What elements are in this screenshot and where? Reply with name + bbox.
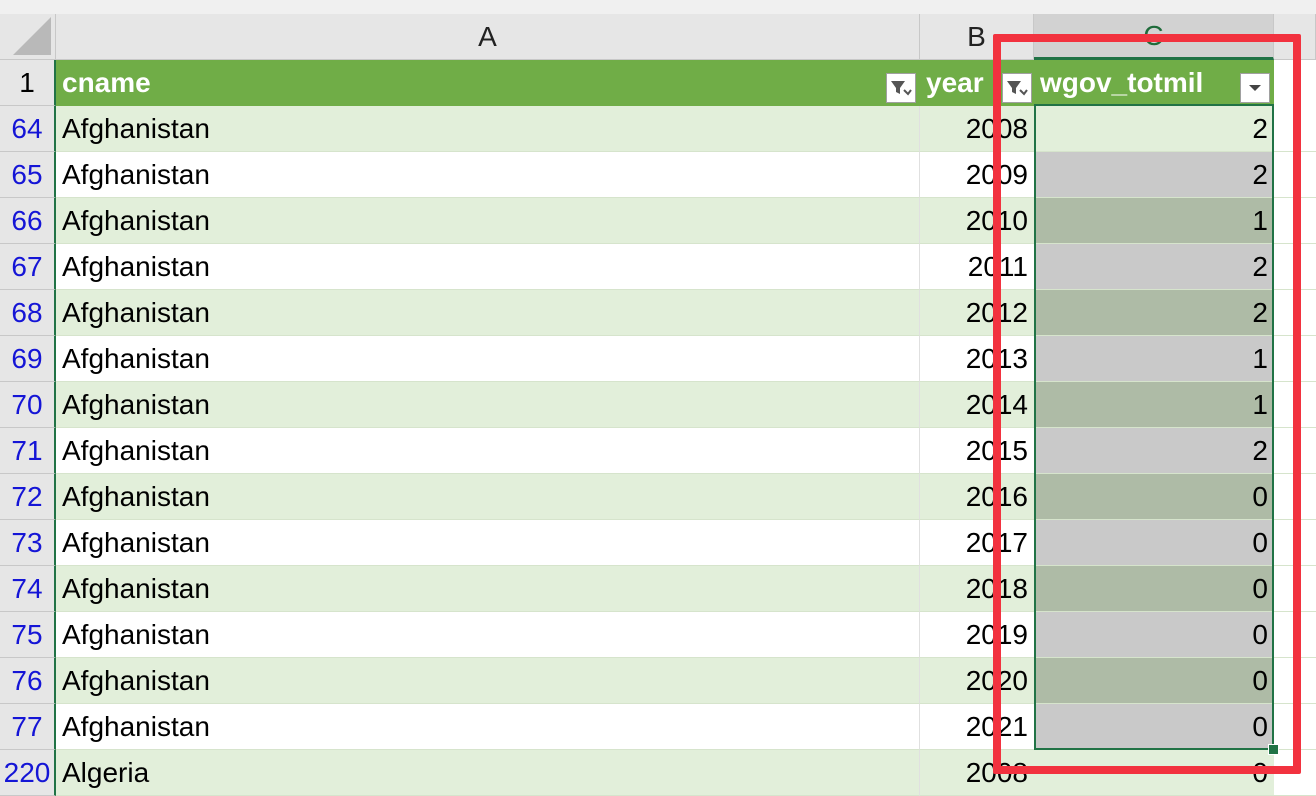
row-header[interactable]: 68 — [0, 290, 56, 336]
cell-empty[interactable] — [1274, 612, 1316, 658]
row-header[interactable]: 71 — [0, 428, 56, 474]
row-header[interactable]: 70 — [0, 382, 56, 428]
cell-cname[interactable]: Afghanistan — [56, 474, 920, 520]
cell-cname[interactable]: Afghanistan — [56, 428, 920, 474]
cell-cname[interactable]: Afghanistan — [56, 198, 920, 244]
cell-empty[interactable] — [1274, 474, 1316, 520]
cell-wgov-totmil[interactable]: 2 — [1034, 106, 1274, 152]
select-all-triangle-icon — [13, 17, 51, 55]
table-header-year-label: year — [926, 67, 984, 98]
cname-filter-button[interactable] — [886, 73, 916, 103]
cell-empty[interactable] — [1274, 290, 1316, 336]
cell-cname[interactable]: Afghanistan — [56, 290, 920, 336]
cell-wgov-totmil[interactable]: 0 — [1034, 474, 1274, 520]
row-header[interactable]: 74 — [0, 566, 56, 612]
cell-cname[interactable]: Afghanistan — [56, 106, 920, 152]
table-header-wgov-totmil-label: wgov_totmil — [1040, 67, 1204, 98]
cell-wgov-totmil[interactable]: 1 — [1034, 382, 1274, 428]
cell-empty[interactable] — [1274, 658, 1316, 704]
cell-empty[interactable] — [1274, 336, 1316, 382]
cell-year[interactable]: 2009 — [920, 152, 1034, 198]
cell-cname[interactable]: Algeria — [56, 750, 920, 796]
cell-year[interactable]: 2015 — [920, 428, 1034, 474]
column-header-d[interactable] — [1274, 14, 1316, 60]
row-header[interactable]: 77 — [0, 704, 56, 750]
dropdown-arrow-icon — [1249, 85, 1261, 91]
cell-empty[interactable] — [1274, 566, 1316, 612]
cell-cname[interactable]: Afghanistan — [56, 152, 920, 198]
row-header[interactable]: 65 — [0, 152, 56, 198]
cell-cname[interactable]: Afghanistan — [56, 704, 920, 750]
cell-wgov-totmil[interactable]: 0 — [1034, 612, 1274, 658]
column-header-b[interactable]: B — [920, 14, 1034, 60]
cell-empty[interactable] — [1274, 428, 1316, 474]
cell-cname[interactable]: Afghanistan — [56, 520, 920, 566]
cell-year[interactable]: 2010 — [920, 198, 1034, 244]
cell-year[interactable]: 2020 — [920, 658, 1034, 704]
cell-year[interactable]: 2011 — [920, 244, 1034, 290]
row-header-1[interactable]: 1 — [0, 60, 56, 106]
cell-empty[interactable] — [1274, 244, 1316, 290]
cell-empty[interactable] — [1274, 750, 1316, 796]
row-header[interactable]: 69 — [0, 336, 56, 382]
cell-year[interactable]: 2013 — [920, 336, 1034, 382]
row-header[interactable]: 72 — [0, 474, 56, 520]
cell-year[interactable]: 2012 — [920, 290, 1034, 336]
cell-wgov-totmil[interactable]: 2 — [1034, 244, 1274, 290]
cell-wgov-totmil[interactable]: 2 — [1034, 428, 1274, 474]
row-header[interactable]: 75 — [0, 612, 56, 658]
table-header-wgov-totmil[interactable]: wgov_totmil — [1034, 60, 1274, 106]
cell-wgov-totmil[interactable]: 0 — [1034, 658, 1274, 704]
fill-handle[interactable] — [1268, 744, 1279, 755]
cell-wgov-totmil[interactable]: 0 — [1034, 750, 1274, 796]
cell-cname[interactable]: Afghanistan — [56, 244, 920, 290]
top-strip — [0, 0, 1316, 14]
cell-wgov-totmil[interactable]: 0 — [1034, 520, 1274, 566]
spreadsheet-grid: A B C 1 cname year wgov_totmil 64 Afghan… — [0, 0, 1316, 796]
cell-wgov-totmil[interactable]: 2 — [1034, 152, 1274, 198]
cell-year[interactable]: 2018 — [920, 566, 1034, 612]
cell-empty[interactable] — [1274, 520, 1316, 566]
filter-funnel-icon — [1007, 81, 1028, 96]
row-header[interactable]: 73 — [0, 520, 56, 566]
cell-empty[interactable] — [1274, 704, 1316, 750]
column-header-c[interactable]: C — [1034, 14, 1274, 60]
cell-cname[interactable]: Afghanistan — [56, 612, 920, 658]
row-header[interactable]: 66 — [0, 198, 56, 244]
cell-cname[interactable]: Afghanistan — [56, 382, 920, 428]
cell-year[interactable]: 2008 — [920, 106, 1034, 152]
row-header[interactable]: 220 — [0, 750, 56, 796]
table-header-cname-label: cname — [62, 67, 151, 98]
cell-wgov-totmil[interactable]: 1 — [1034, 336, 1274, 382]
cell-year[interactable]: 2008 — [920, 750, 1034, 796]
filter-funnel-icon — [891, 81, 912, 96]
header-row-filler — [1274, 60, 1316, 106]
wgov-totmil-dropdown-button[interactable] — [1240, 73, 1270, 103]
cell-cname[interactable]: Afghanistan — [56, 658, 920, 704]
column-header-a[interactable]: A — [56, 14, 920, 60]
cell-wgov-totmil[interactable]: 2 — [1034, 290, 1274, 336]
table-header-year[interactable]: year — [920, 60, 1034, 106]
cell-cname[interactable]: Afghanistan — [56, 336, 920, 382]
cell-year[interactable]: 2014 — [920, 382, 1034, 428]
cell-empty[interactable] — [1274, 198, 1316, 244]
row-header[interactable]: 64 — [0, 106, 56, 152]
cell-empty[interactable] — [1274, 152, 1316, 198]
row-header[interactable]: 76 — [0, 658, 56, 704]
table-header-cname[interactable]: cname — [56, 60, 920, 106]
year-filter-button[interactable] — [1002, 73, 1032, 103]
select-all-corner[interactable] — [0, 14, 56, 60]
cell-year[interactable]: 2019 — [920, 612, 1034, 658]
cell-empty[interactable] — [1274, 382, 1316, 428]
cell-year[interactable]: 2021 — [920, 704, 1034, 750]
cell-wgov-totmil[interactable]: 0 — [1034, 566, 1274, 612]
cell-cname[interactable]: Afghanistan — [56, 566, 920, 612]
cell-wgov-totmil[interactable]: 1 — [1034, 198, 1274, 244]
cell-wgov-totmil[interactable]: 0 — [1034, 704, 1274, 750]
cell-year[interactable]: 2017 — [920, 520, 1034, 566]
cell-empty[interactable] — [1274, 106, 1316, 152]
row-header[interactable]: 67 — [0, 244, 56, 290]
cell-year[interactable]: 2016 — [920, 474, 1034, 520]
